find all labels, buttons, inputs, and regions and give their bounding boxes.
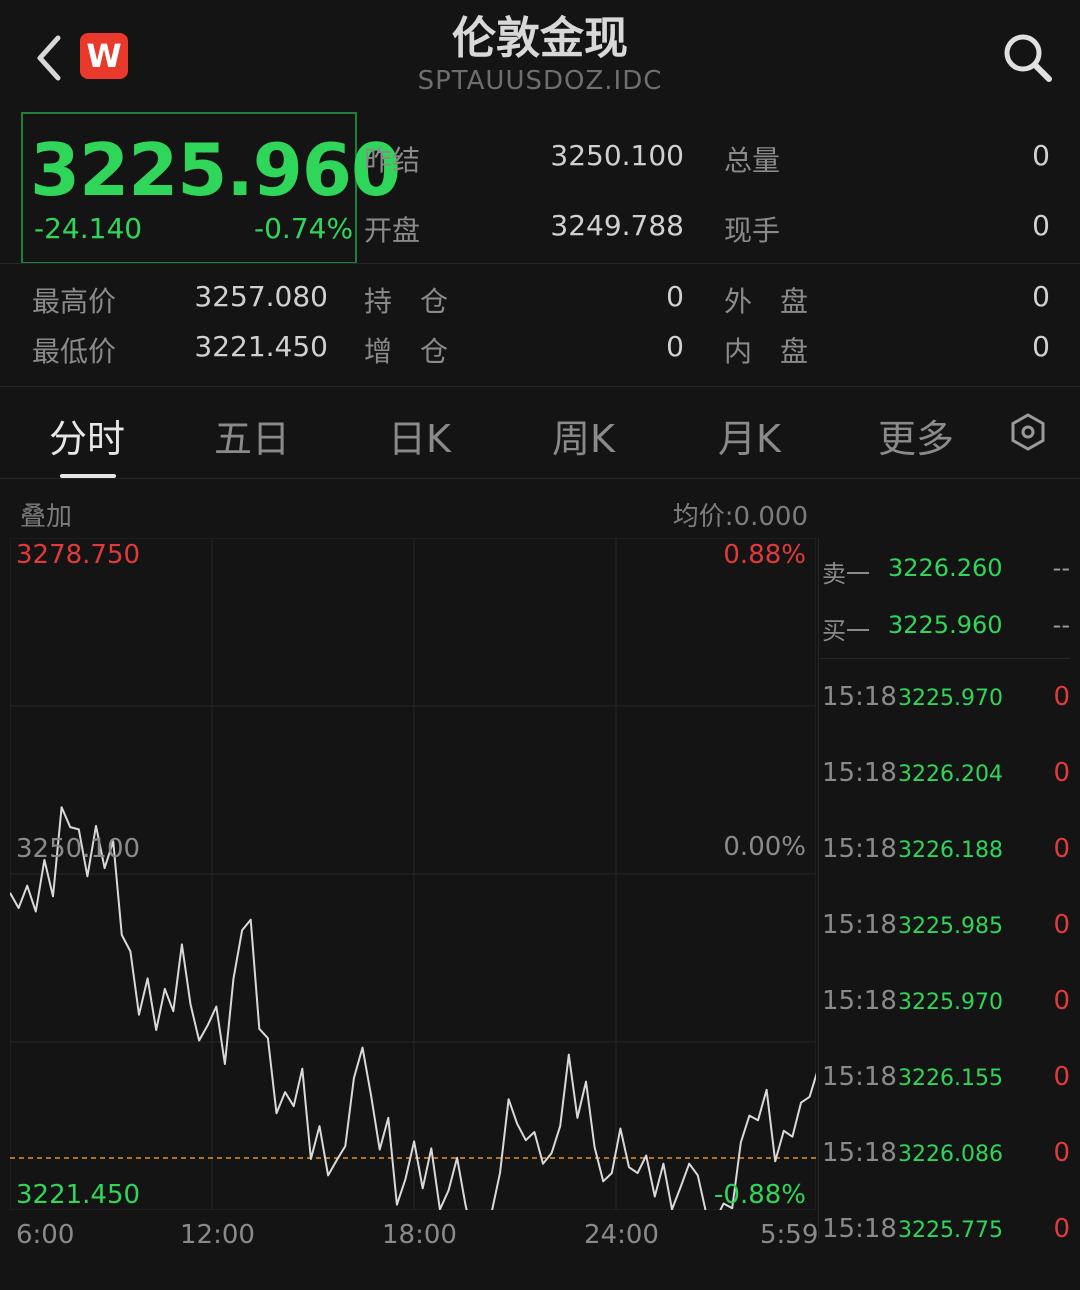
prev-settle-value: 3250.100: [550, 139, 684, 172]
tick-time: 15:18: [822, 910, 897, 940]
tick-row: 15:18 3226.204 0: [822, 758, 1072, 834]
tab-weekly-k[interactable]: 周K: [552, 408, 615, 463]
total-volume-value: 0: [1032, 139, 1050, 172]
tick-row: 15:18 3225.970 0: [822, 986, 1072, 1062]
tick-time: 15:18: [822, 986, 897, 1016]
bid-label: 买一: [822, 617, 870, 645]
outer-volume-value: 0: [1032, 280, 1050, 313]
tick-time: 15:18: [822, 758, 897, 788]
high-value: 3257.080: [194, 280, 328, 313]
high-label: 最高价: [32, 285, 117, 318]
tick-time: 15:18: [822, 1062, 897, 1092]
tick-time: 15:18: [822, 1138, 897, 1168]
tick-volume: 0: [1053, 910, 1070, 940]
ask-price: 3226.260: [888, 554, 1003, 582]
y-axis-mid-price: 3250.100: [16, 834, 141, 864]
tick-price: 3225.970: [898, 686, 1003, 711]
current-hand-label: 现手: [724, 214, 781, 247]
open-value: 3249.788: [550, 209, 684, 242]
instrument-code: SPTAUUSDOZ.IDC: [417, 66, 663, 96]
tick-price: 3226.086: [898, 1142, 1003, 1167]
tick-row: 15:18 3225.775 0: [822, 1214, 1072, 1290]
divider: [0, 478, 1080, 479]
last-price: 3225.960: [30, 128, 401, 212]
ask-label: 卖一: [822, 560, 870, 588]
outer-volume-label: 外 盘: [724, 285, 809, 318]
ask-volume: --: [1052, 554, 1070, 582]
tick-time: 15:18: [822, 682, 897, 712]
settings-icon[interactable]: [1008, 412, 1048, 452]
x-axis-tick: 18:00: [382, 1220, 457, 1250]
inner-volume-value: 0: [1032, 330, 1050, 363]
current-hand-value: 0: [1032, 209, 1050, 242]
tab-five-day[interactable]: 五日: [214, 408, 290, 463]
tick-row: 15:18 3226.155 0: [822, 1062, 1072, 1138]
tick-volume: 0: [1053, 1062, 1070, 1092]
tick-list[interactable]: 15:18 3225.970 0 15:18 3226.204 0 15:18 …: [822, 682, 1072, 1290]
tick-volume: 0: [1053, 1214, 1070, 1244]
tab-more[interactable]: 更多: [878, 408, 954, 463]
tick-time: 15:18: [822, 1214, 897, 1244]
y-axis-bottom-percent: -0.88%: [714, 1180, 806, 1210]
tick-row: 15:18 3226.188 0: [822, 834, 1072, 910]
oi-increase-label: 增 仓: [364, 335, 449, 368]
tab-daily-k[interactable]: 日K: [388, 408, 451, 463]
prev-settle-label: 昨结: [364, 144, 421, 177]
page-title: 伦敦金现: [452, 13, 628, 64]
divider: [0, 263, 1080, 264]
intraday-chart[interactable]: [10, 538, 816, 1210]
average-price-label: 均价:0.000: [672, 502, 808, 532]
x-axis-tick: 5:59: [760, 1220, 819, 1250]
tick-volume: 0: [1053, 834, 1070, 864]
divider: [0, 386, 1080, 387]
tick-time: 15:18: [822, 834, 897, 864]
panel-divider: [818, 538, 819, 1238]
tick-price: 3226.188: [898, 838, 1003, 863]
x-axis-tick: 24:00: [584, 1220, 659, 1250]
price-change-percent: -0.74%: [254, 212, 354, 245]
tick-price: 3226.204: [898, 762, 1003, 787]
total-volume-label: 总量: [724, 144, 781, 177]
tick-price: 3225.775: [898, 1218, 1003, 1243]
open-label: 开盘: [364, 214, 421, 247]
oi-increase-value: 0: [666, 330, 684, 363]
open-interest-label: 持 仓: [364, 285, 449, 318]
tick-price: 3225.970: [898, 990, 1003, 1015]
tick-volume: 0: [1053, 1138, 1070, 1168]
x-axis-tick: 6:00: [16, 1220, 75, 1250]
y-axis-mid-percent: 0.00%: [723, 832, 806, 862]
search-icon[interactable]: [1000, 30, 1054, 84]
low-label: 最低价: [32, 335, 117, 368]
inner-volume-label: 内 盘: [724, 335, 809, 368]
x-axis-tick: 12:00: [180, 1220, 255, 1250]
tick-price: 3226.155: [898, 1066, 1003, 1091]
price-change: -24.140: [34, 212, 143, 245]
divider: [820, 658, 1070, 659]
overlay-button[interactable]: 叠加: [20, 496, 72, 533]
price-line: [10, 806, 816, 1210]
bid-price: 3225.960: [888, 611, 1003, 639]
tick-row: 15:18 3226.086 0: [822, 1138, 1072, 1214]
tick-volume: 0: [1053, 986, 1070, 1016]
tick-volume: 0: [1053, 682, 1070, 712]
bid-volume: --: [1052, 611, 1070, 639]
tick-volume: 0: [1053, 758, 1070, 788]
tick-price: 3225.985: [898, 914, 1003, 939]
tab-intraday[interactable]: 分时: [49, 408, 125, 463]
low-value: 3221.450: [194, 330, 328, 363]
open-interest-value: 0: [666, 280, 684, 313]
y-axis-top-percent: 0.88%: [723, 540, 806, 570]
y-axis-top-price: 3278.750: [16, 540, 141, 570]
y-axis-bottom-price: 3221.450: [16, 1180, 141, 1210]
tick-row: 15:18 3225.970 0: [822, 682, 1072, 758]
tab-monthly-k[interactable]: 月K: [718, 408, 781, 463]
tick-row: 15:18 3225.985 0: [822, 910, 1072, 986]
